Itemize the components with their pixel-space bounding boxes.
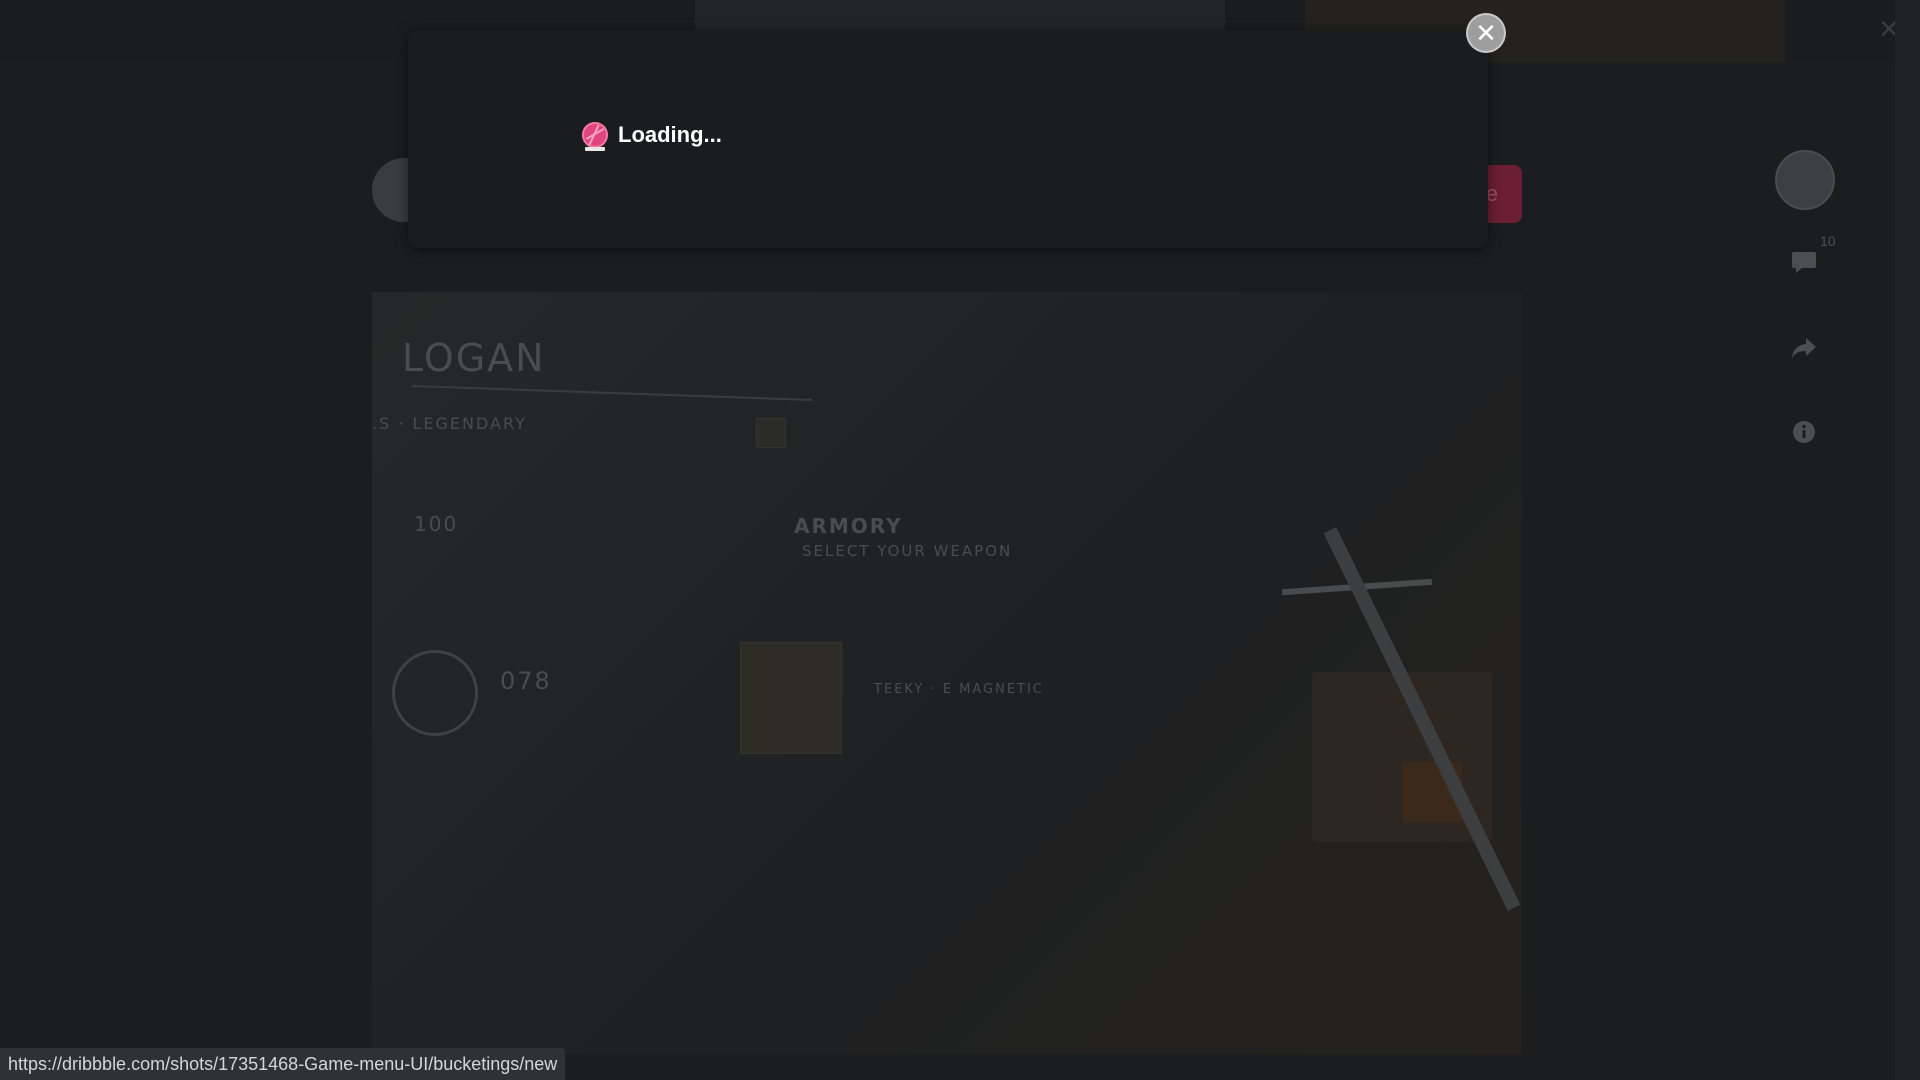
browser-viewport: ✕ e 10 LOGAN .S · LEGENDARY 100 078 ARMO… — [0, 0, 1920, 1080]
shot-rank: .S · LEGENDARY — [372, 414, 527, 433]
share-icon[interactable] — [1790, 334, 1818, 362]
page-scrollbar[interactable] — [1895, 0, 1920, 1080]
modal-close-button[interactable]: ✕ — [1468, 15, 1504, 51]
shot-image: LOGAN .S · LEGENDARY 100 078 ARMORY SELE… — [372, 292, 1522, 1054]
shot-weapon-tile — [740, 642, 842, 754]
shot-level: 100 — [414, 512, 459, 536]
scrollbar-thumb[interactable] — [1895, 0, 1920, 1080]
loading-modal: Loading... — [408, 30, 1488, 248]
link-status-bar: https://dribbble.com/shots/17351468-Game… — [0, 1048, 566, 1080]
shot-back-icon — [756, 418, 786, 448]
dribbble-logo-icon — [582, 122, 608, 151]
comment-count: 10 — [1820, 233, 1836, 249]
comment-icon[interactable] — [1790, 248, 1818, 276]
shot-counter: 078 — [500, 667, 552, 695]
shot-player-name: LOGAN — [402, 336, 546, 380]
shot-radar-icon — [392, 650, 478, 736]
shot-weapon-name: TEEKY · E MAGNETIC — [874, 682, 1044, 697]
loading-text: Loading... — [618, 122, 722, 147]
info-icon[interactable] — [1792, 420, 1816, 444]
shot-section-title: ARMORY — [794, 514, 903, 538]
loading-indicator: Loading... — [582, 122, 722, 151]
sidebar-avatar[interactable] — [1775, 150, 1835, 210]
shot-section-subtitle: SELECT YOUR WEAPON — [802, 542, 1013, 560]
